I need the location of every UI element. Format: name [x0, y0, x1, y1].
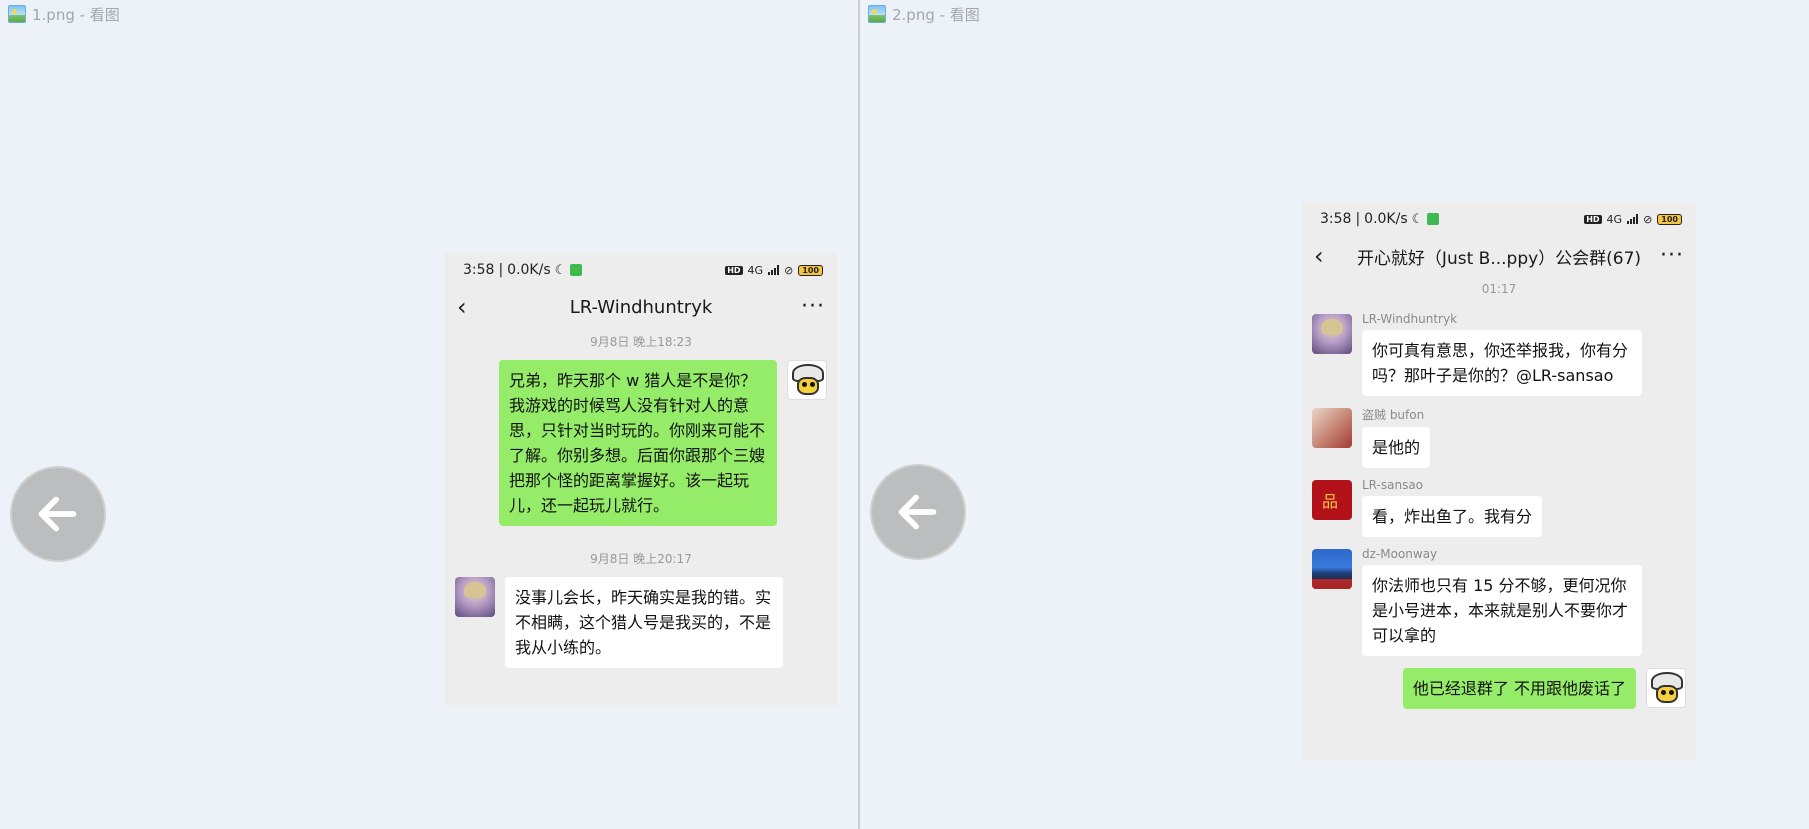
message-row-incoming: LR-sansao 看，炸出鱼了。我有分 [1302, 478, 1696, 537]
image-file-icon [868, 5, 886, 23]
network-type: 4G [1606, 212, 1623, 226]
message-row-incoming: 没事儿会长，昨天确实是我的错。实不相瞒，这个猎人号是我买的，不是我从小练的。 [445, 577, 837, 668]
image-viewer-right: 2.png - 看图 3:58 | 0.0K/s ☾ HD 4G ⊘ 100 ‹… [858, 0, 1809, 829]
message-timestamp: 01:17 [1481, 282, 1517, 296]
avatar[interactable] [1312, 314, 1352, 354]
more-options-icon[interactable]: ··· [801, 296, 825, 318]
arrow-left-icon [898, 494, 937, 530]
message-timestamp: 9月8日 晚上20:17 [590, 552, 692, 566]
chat-title: LR-Windhuntryk [569, 296, 713, 318]
message-bubble[interactable]: 看，炸出鱼了。我有分 [1362, 496, 1543, 537]
sender-name: dz-Moonway [1362, 547, 1438, 561]
message-bubble[interactable]: 你可真有意思，你还举报我，你有分吗？那叶子是你的？@LR-sansao [1362, 330, 1642, 396]
message-row-incoming: LR-Windhuntryk 你可真有意思，你还举报我，你有分吗？那叶子是你的？… [1302, 312, 1696, 396]
status-bar: 3:58 | 0.0K/s ☾ HD 4G ⊘ 100 [445, 253, 837, 287]
chat-screenshot: 3:58 | 0.0K/s ☾ HD 4G ⊘ 100 ‹ LR-Windhun… [445, 253, 837, 706]
avatar[interactable] [1312, 480, 1352, 520]
avatar[interactable] [1312, 549, 1352, 589]
message-timestamp: 9月8日 晚上18:23 [590, 335, 692, 349]
image-file-icon [8, 5, 26, 23]
sender-name: 盗贼 bufon [1362, 408, 1425, 422]
signal-icon [768, 265, 780, 275]
chat-title: 开心就好（Just B...ppy）公会群(67) [1356, 248, 1642, 269]
sender-name: LR-sansao [1362, 478, 1424, 492]
sender-name: LR-Windhuntryk [1362, 312, 1458, 326]
chat-screenshot: 3:58 | 0.0K/s ☾ HD 4G ⊘ 100 ‹ 开心就好（Just … [1302, 202, 1696, 760]
avatar[interactable] [1312, 408, 1352, 448]
link-icon: ⊘ [784, 263, 794, 277]
link-icon: ⊘ [1643, 212, 1653, 226]
window-title: 1.png - 看图 [32, 5, 120, 24]
more-options-icon[interactable]: ··· [1660, 245, 1684, 267]
avatar[interactable] [455, 577, 495, 617]
previous-image-button[interactable] [870, 464, 966, 560]
window-title: 2.png - 看图 [892, 5, 980, 24]
battery-icon: 100 [798, 264, 823, 276]
back-icon[interactable]: ‹ [1314, 244, 1338, 268]
message-bubble[interactable]: 你法师也只有 15 分不够，更何况你是小号进本，本来就是别人不要你才可以拿的 [1362, 565, 1642, 656]
status-time: 3:58 [463, 262, 495, 278]
image-viewer-left: 1.png - 看图 3:58 | 0.0K/s ☾ HD 4G ⊘ 100 ‹… [0, 0, 858, 829]
message-row-outgoing: 他已经退群了 不用跟他废话了 [1302, 668, 1696, 709]
arrow-left-icon [38, 496, 77, 532]
avatar[interactable] [1646, 668, 1686, 708]
app-notification-icon [570, 264, 583, 276]
hd-icon: HD [1584, 214, 1602, 224]
status-bar: 3:58 | 0.0K/s ☾ HD 4G ⊘ 100 [1302, 202, 1696, 236]
message-row-incoming: 盗贼 bufon 是他的 [1302, 408, 1696, 468]
message-bubble[interactable]: 没事儿会长，昨天确实是我的错。实不相瞒，这个猎人号是我买的，不是我从小练的。 [505, 577, 783, 668]
chat-header: ‹ 开心就好（Just B...ppy）公会群(67) ··· [1302, 236, 1696, 276]
hd-icon: HD [725, 265, 743, 275]
back-icon[interactable]: ‹ [457, 295, 481, 319]
avatar[interactable] [787, 360, 827, 400]
signal-icon [1627, 214, 1639, 224]
moon-icon: ☾ [554, 262, 567, 278]
viewer-titlebar: 2.png - 看图 [860, 0, 980, 28]
moon-icon: ☾ [1411, 211, 1424, 227]
message-bubble[interactable]: 兄弟，昨天那个 w 猎人是不是你？我游戏的时候骂人没有针对人的意思，只针对当时玩… [499, 360, 777, 526]
battery-icon: 100 [1657, 213, 1682, 225]
viewer-titlebar: 1.png - 看图 [0, 0, 120, 28]
message-bubble[interactable]: 是他的 [1362, 427, 1431, 468]
message-bubble[interactable]: 他已经退群了 不用跟他废话了 [1402, 668, 1636, 709]
status-time: 3:58 [1320, 211, 1352, 227]
previous-image-button[interactable] [10, 466, 106, 562]
status-speed: 0.0K/s [507, 262, 551, 278]
message-row-incoming: dz-Moonway 你法师也只有 15 分不够，更何况你是小号进本，本来就是别… [1302, 547, 1696, 656]
message-row-outgoing: 兄弟，昨天那个 w 猎人是不是你？我游戏的时候骂人没有针对人的意思，只针对当时玩… [445, 360, 837, 526]
chat-header: ‹ LR-Windhuntryk ··· [445, 287, 837, 327]
network-type: 4G [747, 263, 764, 277]
app-notification-icon [1427, 213, 1440, 225]
status-speed: 0.0K/s [1364, 211, 1408, 227]
